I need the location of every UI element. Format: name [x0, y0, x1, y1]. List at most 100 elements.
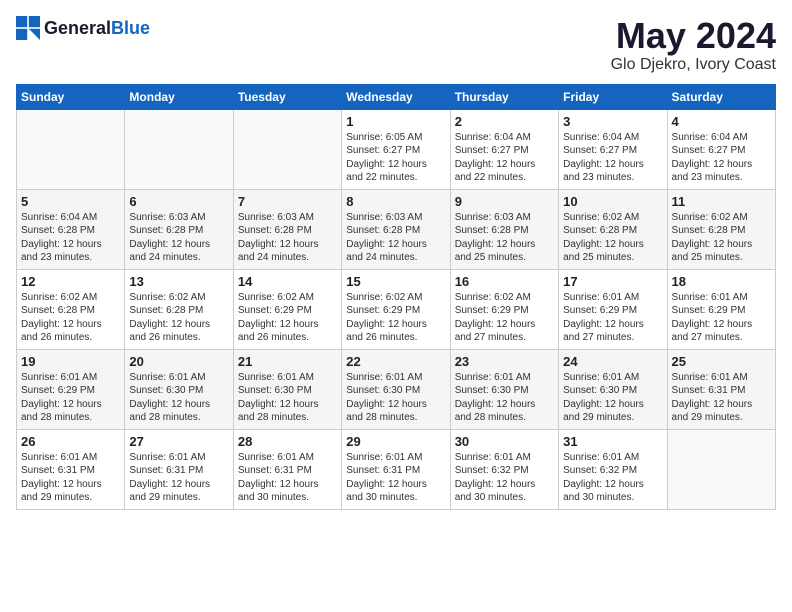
- cell-info: Sunrise: 6:02 AM Sunset: 6:29 PM Dayligh…: [346, 291, 445, 345]
- header-friday: Friday: [559, 84, 667, 109]
- cell-info: Sunrise: 6:02 AM Sunset: 6:28 PM Dayligh…: [129, 291, 228, 345]
- cell-info: Sunrise: 6:01 AM Sunset: 6:30 PM Dayligh…: [455, 371, 554, 425]
- calendar-cell: 28 Sunrise: 6:01 AM Sunset: 6:31 PM Dayli…: [233, 429, 341, 509]
- day-number: 2: [455, 114, 554, 129]
- cell-info: Sunrise: 6:01 AM Sunset: 6:31 PM Dayligh…: [21, 451, 120, 505]
- calendar-cell: [17, 109, 125, 189]
- logo-text: GeneralBlue: [44, 18, 150, 39]
- cell-info: Sunrise: 6:01 AM Sunset: 6:31 PM Dayligh…: [238, 451, 337, 505]
- logo-blue: Blue: [111, 18, 150, 38]
- day-number: 8: [346, 194, 445, 209]
- cell-info: Sunrise: 6:04 AM Sunset: 6:27 PM Dayligh…: [563, 131, 662, 185]
- day-number: 15: [346, 274, 445, 289]
- calendar-cell: 11 Sunrise: 6:02 AM Sunset: 6:28 PM Dayli…: [667, 189, 775, 269]
- calendar-cell: 18 Sunrise: 6:01 AM Sunset: 6:29 PM Dayli…: [667, 269, 775, 349]
- day-number: 29: [346, 434, 445, 449]
- calendar-cell: 27 Sunrise: 6:01 AM Sunset: 6:31 PM Dayli…: [125, 429, 233, 509]
- day-number: 3: [563, 114, 662, 129]
- calendar-cell: 26Sunrise: 6:01 AM Sunset: 6:31 PM Dayli…: [17, 429, 125, 509]
- calendar-cell: [667, 429, 775, 509]
- day-number: 5: [21, 194, 120, 209]
- day-number: 4: [672, 114, 771, 129]
- header-sunday: Sunday: [17, 84, 125, 109]
- cell-info: Sunrise: 6:04 AM Sunset: 6:27 PM Dayligh…: [672, 131, 771, 185]
- cell-info: Sunrise: 6:01 AM Sunset: 6:29 PM Dayligh…: [672, 291, 771, 345]
- calendar-week-1: 1Sunrise: 6:05 AM Sunset: 6:27 PM Daylig…: [17, 109, 776, 189]
- header-tuesday: Tuesday: [233, 84, 341, 109]
- cell-info: Sunrise: 6:02 AM Sunset: 6:28 PM Dayligh…: [672, 211, 771, 265]
- day-number: 23: [455, 354, 554, 369]
- day-number: 25: [672, 354, 771, 369]
- calendar-cell: 23 Sunrise: 6:01 AM Sunset: 6:30 PM Dayli…: [450, 349, 558, 429]
- calendar-week-2: 5 Sunrise: 6:04 AM Sunset: 6:28 PM Daylig…: [17, 189, 776, 269]
- day-number: 12: [21, 274, 120, 289]
- calendar-cell: 4 Sunrise: 6:04 AM Sunset: 6:27 PM Daylig…: [667, 109, 775, 189]
- day-number: 11: [672, 194, 771, 209]
- day-number: 30: [455, 434, 554, 449]
- logo-icon: [16, 16, 40, 40]
- calendar-cell: 22 Sunrise: 6:01 AM Sunset: 6:30 PM Dayli…: [342, 349, 450, 429]
- logo-general: General: [44, 18, 111, 38]
- calendar-cell: 1Sunrise: 6:05 AM Sunset: 6:27 PM Daylig…: [342, 109, 450, 189]
- cell-info: Sunrise: 6:01 AM Sunset: 6:31 PM Dayligh…: [129, 451, 228, 505]
- calendar-cell: [125, 109, 233, 189]
- cell-info: Sunrise: 6:01 AM Sunset: 6:30 PM Dayligh…: [563, 371, 662, 425]
- day-number: 13: [129, 274, 228, 289]
- calendar-cell: 29 Sunrise: 6:01 AM Sunset: 6:31 PM Dayli…: [342, 429, 450, 509]
- location-title: Glo Djekro, Ivory Coast: [611, 56, 776, 74]
- calendar-cell: 8 Sunrise: 6:03 AM Sunset: 6:28 PM Daylig…: [342, 189, 450, 269]
- cell-info: Sunrise: 6:03 AM Sunset: 6:28 PM Dayligh…: [346, 211, 445, 265]
- calendar-cell: [233, 109, 341, 189]
- day-number: 28: [238, 434, 337, 449]
- cell-info: Sunrise: 6:01 AM Sunset: 6:31 PM Dayligh…: [672, 371, 771, 425]
- calendar-week-3: 12 Sunrise: 6:02 AM Sunset: 6:28 PM Dayli…: [17, 269, 776, 349]
- calendar-cell: 16 Sunrise: 6:02 AM Sunset: 6:29 PM Dayli…: [450, 269, 558, 349]
- calendar-week-4: 19 Sunrise: 6:01 AM Sunset: 6:29 PM Dayli…: [17, 349, 776, 429]
- calendar-cell: 21 Sunrise: 6:01 AM Sunset: 6:30 PM Dayli…: [233, 349, 341, 429]
- calendar-cell: 24Sunrise: 6:01 AM Sunset: 6:30 PM Dayli…: [559, 349, 667, 429]
- cell-info: Sunrise: 6:01 AM Sunset: 6:29 PM Dayligh…: [21, 371, 120, 425]
- calendar-cell: 12Sunrise: 6:02 AM Sunset: 6:28 PM Dayli…: [17, 269, 125, 349]
- cell-info: Sunrise: 6:01 AM Sunset: 6:30 PM Dayligh…: [129, 371, 228, 425]
- cell-info: Sunrise: 6:01 AM Sunset: 6:30 PM Dayligh…: [238, 371, 337, 425]
- calendar-cell: 31Sunrise: 6:01 AM Sunset: 6:32 PM Dayli…: [559, 429, 667, 509]
- calendar-cell: 30 Sunrise: 6:01 AM Sunset: 6:32 PM Dayli…: [450, 429, 558, 509]
- day-number: 21: [238, 354, 337, 369]
- calendar-header-row: SundayMondayTuesdayWednesdayThursdayFrid…: [17, 84, 776, 109]
- calendar-cell: 19 Sunrise: 6:01 AM Sunset: 6:29 PM Dayli…: [17, 349, 125, 429]
- day-number: 19: [21, 354, 120, 369]
- cell-info: Sunrise: 6:01 AM Sunset: 6:30 PM Dayligh…: [346, 371, 445, 425]
- cell-info: Sunrise: 6:02 AM Sunset: 6:29 PM Dayligh…: [455, 291, 554, 345]
- calendar-cell: 7 Sunrise: 6:03 AM Sunset: 6:28 PM Daylig…: [233, 189, 341, 269]
- calendar-cell: 10 Sunrise: 6:02 AM Sunset: 6:28 PM Dayli…: [559, 189, 667, 269]
- cell-info: Sunrise: 6:04 AM Sunset: 6:28 PM Dayligh…: [21, 211, 120, 265]
- day-number: 14: [238, 274, 337, 289]
- header-saturday: Saturday: [667, 84, 775, 109]
- day-number: 22: [346, 354, 445, 369]
- calendar-cell: 17Sunrise: 6:01 AM Sunset: 6:29 PM Dayli…: [559, 269, 667, 349]
- cell-info: Sunrise: 6:03 AM Sunset: 6:28 PM Dayligh…: [455, 211, 554, 265]
- day-number: 18: [672, 274, 771, 289]
- day-number: 16: [455, 274, 554, 289]
- calendar-cell: 2Sunrise: 6:04 AM Sunset: 6:27 PM Daylig…: [450, 109, 558, 189]
- calendar-cell: 9Sunrise: 6:03 AM Sunset: 6:28 PM Daylig…: [450, 189, 558, 269]
- header-monday: Monday: [125, 84, 233, 109]
- day-number: 27: [129, 434, 228, 449]
- cell-info: Sunrise: 6:05 AM Sunset: 6:27 PM Dayligh…: [346, 131, 445, 185]
- calendar-cell: 25 Sunrise: 6:01 AM Sunset: 6:31 PM Dayli…: [667, 349, 775, 429]
- day-number: 20: [129, 354, 228, 369]
- calendar-cell: 13 Sunrise: 6:02 AM Sunset: 6:28 PM Dayli…: [125, 269, 233, 349]
- calendar-table: SundayMondayTuesdayWednesdayThursdayFrid…: [16, 84, 776, 510]
- cell-info: Sunrise: 6:01 AM Sunset: 6:32 PM Dayligh…: [563, 451, 662, 505]
- day-number: 7: [238, 194, 337, 209]
- page-header: GeneralBlue May 2024 Glo Djekro, Ivory C…: [16, 16, 776, 74]
- calendar-week-5: 26Sunrise: 6:01 AM Sunset: 6:31 PM Dayli…: [17, 429, 776, 509]
- cell-info: Sunrise: 6:01 AM Sunset: 6:32 PM Dayligh…: [455, 451, 554, 505]
- title-block: May 2024 Glo Djekro, Ivory Coast: [611, 16, 776, 74]
- calendar-cell: 6Sunrise: 6:03 AM Sunset: 6:28 PM Daylig…: [125, 189, 233, 269]
- cell-info: Sunrise: 6:01 AM Sunset: 6:31 PM Dayligh…: [346, 451, 445, 505]
- cell-info: Sunrise: 6:03 AM Sunset: 6:28 PM Dayligh…: [238, 211, 337, 265]
- cell-info: Sunrise: 6:02 AM Sunset: 6:28 PM Dayligh…: [563, 211, 662, 265]
- day-number: 10: [563, 194, 662, 209]
- logo: GeneralBlue: [16, 16, 150, 40]
